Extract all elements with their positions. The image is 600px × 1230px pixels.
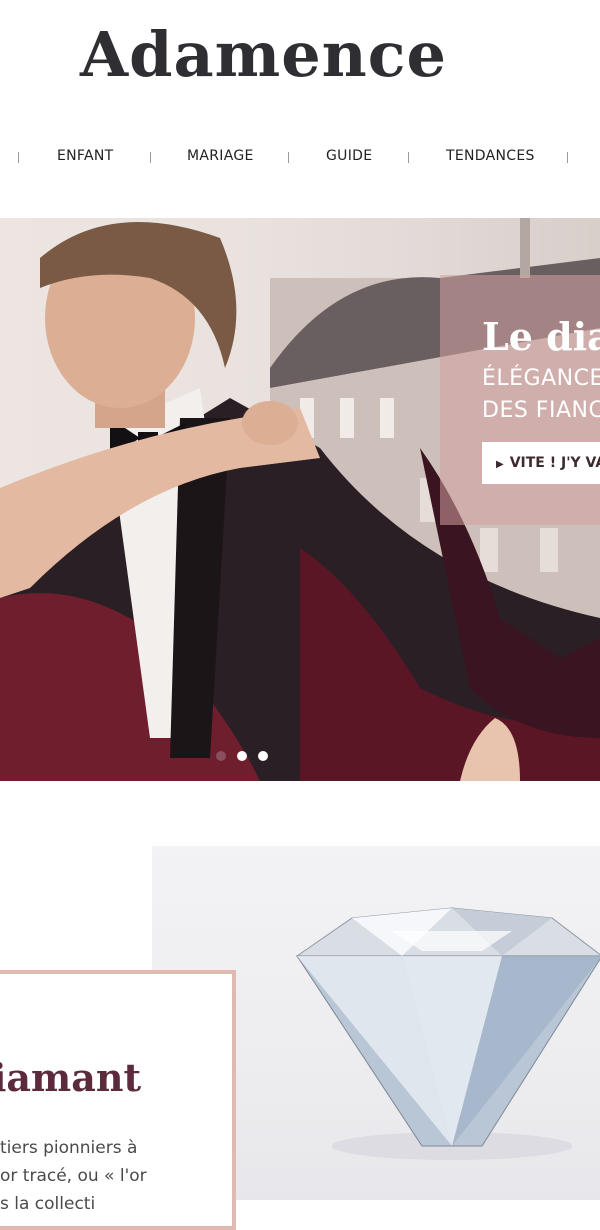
hero-slider[interactable]: Le diam ÉLÉGANCE DES FIANC ▶ VITE ! J'Y V… <box>0 218 600 781</box>
hand-shape <box>242 401 298 445</box>
building-window <box>480 528 498 572</box>
building-window <box>540 528 558 572</box>
nav-separator <box>288 152 289 163</box>
nav-item-enfant[interactable]: ENFANT <box>57 148 114 164</box>
card-title: iamant <box>0 1055 142 1100</box>
building-window <box>380 398 394 438</box>
pole-shape <box>520 218 530 278</box>
slider-dot[interactable] <box>237 751 247 761</box>
nav-separator <box>18 152 19 163</box>
diamond-info-card <box>0 970 236 1230</box>
nav-separator <box>567 152 568 163</box>
nav-item-tendances[interactable]: TENDANCES <box>446 148 535 164</box>
building-window <box>340 398 354 438</box>
hero-title: Le diam <box>482 314 600 359</box>
nav-separator <box>408 152 409 163</box>
card-text-line: or tracé, ou « l'or <box>0 1166 147 1186</box>
play-triangle-icon: ▶ <box>496 459 504 470</box>
hero-subtitle: DES FIANC <box>482 398 600 423</box>
slider-dot[interactable] <box>258 751 268 761</box>
slider-dot[interactable] <box>216 751 226 761</box>
card-text-line: tiers pionniers à <box>0 1138 138 1158</box>
hero-subtitle: ÉLÉGANCE <box>482 366 600 391</box>
brand-logo[interactable]: Adamence <box>80 10 447 100</box>
hero-cta-button[interactable]: ▶ VITE ! J'Y VA <box>482 442 600 484</box>
nav-item-mariage[interactable]: MARIAGE <box>187 148 254 164</box>
nav-separator <box>150 152 151 163</box>
nav-item-guide[interactable]: GUIDE <box>326 148 372 164</box>
main-nav: ENFANT MARIAGE GUIDE TENDANCES <box>0 140 600 176</box>
card-text-line: s la collecti <box>0 1194 96 1214</box>
hero-cta-label: VITE ! J'Y VA <box>509 455 600 471</box>
